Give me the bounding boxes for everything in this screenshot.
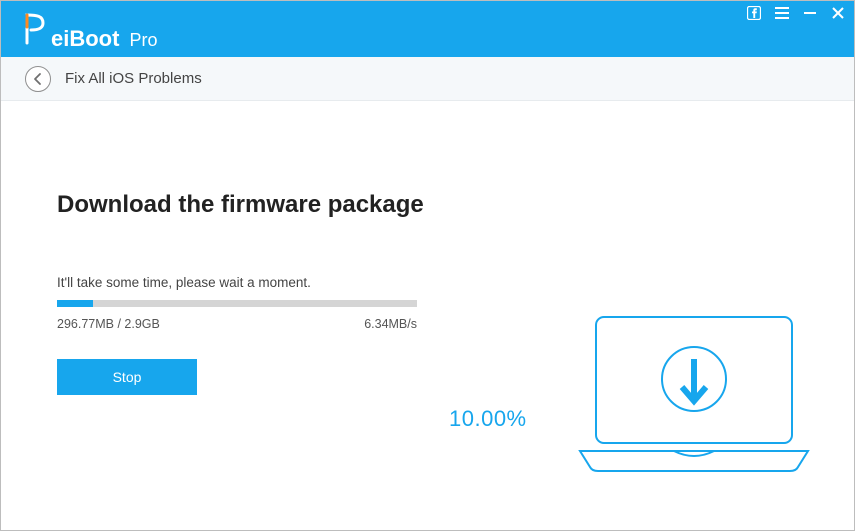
minimize-button[interactable] xyxy=(802,5,818,21)
progress-fill xyxy=(57,300,93,307)
facebook-icon[interactable] xyxy=(746,5,762,21)
laptop-download-illustration xyxy=(574,311,814,481)
page-subtext: It'll take some time, please wait a mome… xyxy=(57,275,798,290)
downloaded-size: 296.77MB / 2.9GB xyxy=(57,317,160,331)
back-button[interactable] xyxy=(25,66,51,92)
titlebar: eiBoot Pro xyxy=(1,1,854,57)
logo-text: eiBoot xyxy=(51,26,119,52)
progress-percent: 10.00% xyxy=(449,406,527,432)
progress-bar xyxy=(57,300,417,307)
titlebar-controls xyxy=(746,5,846,21)
breadcrumb: Fix All iOS Problems xyxy=(1,57,854,101)
logo-suffix: Pro xyxy=(129,30,157,51)
close-button[interactable] xyxy=(830,5,846,21)
app-logo: eiBoot Pro xyxy=(23,9,157,49)
main-content: Download the firmware package It'll take… xyxy=(1,101,854,530)
app-window: eiBoot Pro Fix All iOS Problems Download… xyxy=(0,0,855,531)
page-heading: Download the firmware package xyxy=(57,191,798,219)
menu-icon[interactable] xyxy=(774,5,790,21)
download-speed: 6.34MB/s xyxy=(364,317,417,331)
breadcrumb-title: Fix All iOS Problems xyxy=(65,70,202,87)
logo-mark xyxy=(23,11,49,51)
stop-button[interactable]: Stop xyxy=(57,359,197,395)
progress-stats: 296.77MB / 2.9GB 6.34MB/s xyxy=(57,317,417,331)
